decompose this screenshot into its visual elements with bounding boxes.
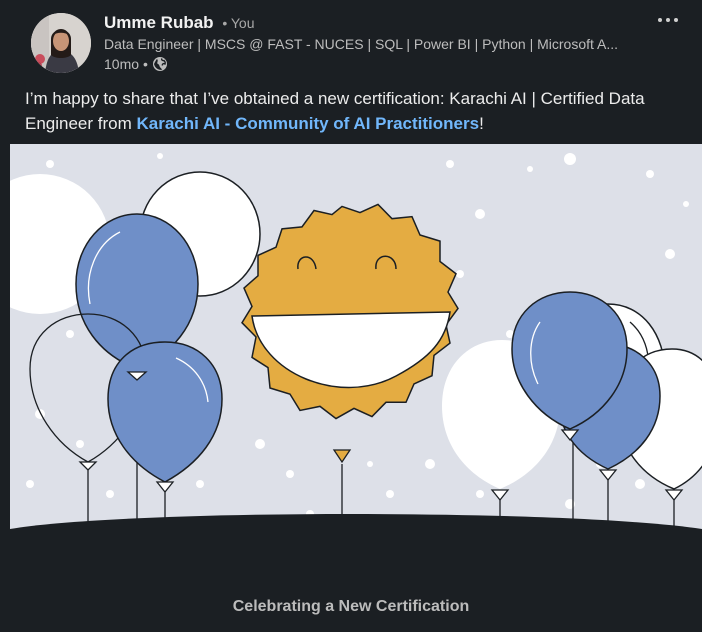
- avatar[interactable]: [31, 13, 91, 73]
- more-options-button[interactable]: [655, 8, 681, 32]
- certification-image[interactable]: [10, 144, 702, 564]
- celebration-illustration: [10, 144, 702, 564]
- author-headline: Data Engineer | MSCS @ FAST - NUCES | SQ…: [104, 36, 619, 52]
- author-name[interactable]: Umme Rubab: [104, 13, 214, 32]
- org-mention-link[interactable]: Karachi AI - Community of AI Practitione…: [137, 114, 480, 133]
- author-name-row[interactable]: Umme Rubab • You: [104, 13, 254, 33]
- post-body: I’m happy to share that I’ve obtained a …: [25, 86, 685, 136]
- post-header: Umme Rubab • You Data Engineer | MSCS @ …: [0, 0, 702, 88]
- profile-photo: [31, 13, 91, 73]
- post-time: 10mo: [104, 56, 140, 72]
- image-caption: Celebrating a New Certification: [232, 598, 470, 615]
- meta-separator: •: [143, 56, 148, 72]
- post-text-after: !: [479, 114, 484, 133]
- globe-icon: [152, 56, 168, 72]
- you-badge: • You: [222, 15, 255, 31]
- post-meta: 10mo •: [104, 56, 168, 72]
- more-dots-icon: [658, 18, 678, 22]
